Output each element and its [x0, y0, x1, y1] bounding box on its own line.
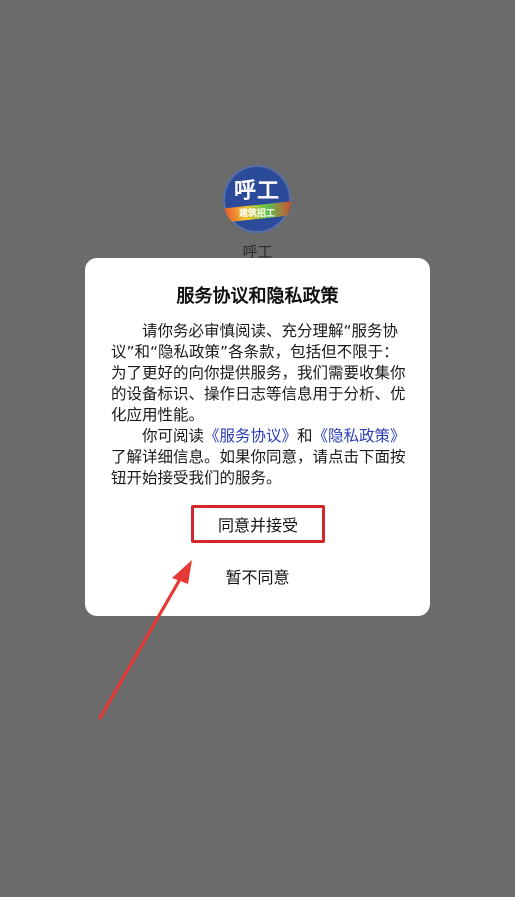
paragraph2-and: 和	[297, 427, 313, 445]
agree-button[interactable]: 同意并接受	[194, 508, 322, 540]
privacy-policy-link[interactable]: 《隐私政策》	[313, 427, 406, 445]
service-agreement-link[interactable]: 《服务协议》	[204, 427, 297, 445]
app-icon-subtext: 建筑招工	[238, 209, 275, 219]
disagree-button[interactable]: 暂不同意	[198, 564, 318, 588]
app-icon: 呼工 建筑招工	[223, 165, 291, 233]
app-icon-text: 呼工	[233, 179, 280, 204]
paragraph2-suffix: 了解详细信息。如果你同意，请点击下面按钮开始接受我们的服务。	[111, 448, 406, 487]
dialog-body: 请你务必审慎阅读、充分理解“服务协议”和“隐私政策”各条款，包括但不限于：为了更…	[111, 321, 407, 489]
agree-highlight-box: 同意并接受	[191, 505, 325, 543]
dialog-paragraph-2: 你可阅读《服务协议》和《隐私政策》了解详细信息。如果你同意，请点击下面按钮开始接…	[111, 426, 407, 489]
dialog-title: 服务协议和隐私政策	[176, 286, 339, 307]
dialog-paragraph-1: 请你务必审慎阅读、充分理解“服务协议”和“隐私政策”各条款，包括但不限于：为了更…	[111, 322, 406, 424]
paragraph2-prefix: 你可阅读	[142, 427, 205, 445]
privacy-dialog: 服务协议和隐私政策 请你务必审慎阅读、充分理解“服务协议”和“隐私政策”各条款，…	[85, 258, 430, 616]
